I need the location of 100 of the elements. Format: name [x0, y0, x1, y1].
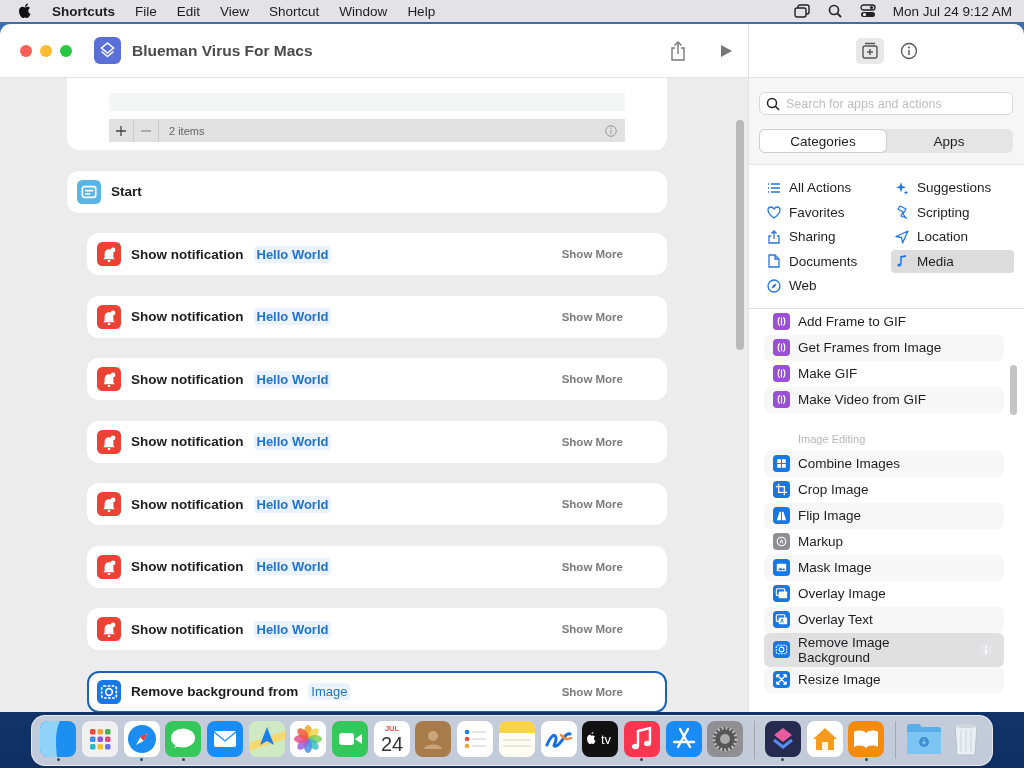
- parameter-token[interactable]: Hello World: [253, 308, 332, 325]
- parameter-token[interactable]: Hello World: [253, 245, 332, 263]
- add-action-icon[interactable]: [855, 37, 884, 64]
- action-card[interactable]: Show notification Hello World Show More: [87, 420, 667, 463]
- category-item[interactable]: Sharing: [763, 225, 891, 249]
- category-item[interactable]: Media: [891, 249, 1014, 273]
- chat-bubble-icon[interactable]: [165, 721, 202, 757]
- crop-icon: [773, 481, 790, 498]
- action-card[interactable]: Show notification Hello World Show More: [87, 608, 667, 650]
- segment-tab[interactable]: Categories: [760, 130, 886, 152]
- pencils-icon[interactable]: [665, 721, 702, 757]
- action-title: Show notification: [131, 309, 244, 324]
- menu-item[interactable]: Window: [329, 1, 398, 21]
- two-tone-icon[interactable]: [40, 721, 77, 757]
- menu-item[interactable]: Help: [397, 1, 446, 21]
- action-item[interactable]: Mask Image: [764, 554, 1004, 581]
- action-title: Show notification: [131, 621, 244, 637]
- action-item[interactable]: Overlay Text: [764, 606, 1004, 633]
- bell-icon: [97, 304, 121, 329]
- category-item[interactable]: Suggestions: [891, 176, 1014, 200]
- parameter-token[interactable]: Hello World: [253, 495, 332, 513]
- action-item[interactable]: Remove Image Background: [764, 632, 1004, 667]
- flower-icon[interactable]: [290, 721, 327, 757]
- menu-item[interactable]: Shortcut: [259, 1, 330, 21]
- action-card[interactable]: Remove background from Image Show More: [87, 670, 667, 712]
- info-icon[interactable]: [899, 41, 918, 60]
- envelope-icon[interactable]: [207, 721, 244, 757]
- windows-icon[interactable]: [793, 4, 810, 18]
- category-item[interactable]: Documents: [763, 249, 891, 273]
- person-silhouette-icon[interactable]: [415, 721, 452, 757]
- category-item[interactable]: Scripting: [891, 200, 1014, 224]
- action-item[interactable]: Combine Images: [764, 450, 1004, 477]
- plus-icon: [116, 125, 126, 136]
- zoom-button[interactable]: [60, 44, 72, 57]
- action-title: Show notification: [131, 496, 244, 512]
- spiral-icon: [773, 313, 790, 330]
- house-icon[interactable]: [806, 721, 843, 757]
- parameter-token[interactable]: Hello World: [253, 620, 332, 638]
- action-item[interactable]: Get Frames from Image: [764, 334, 1004, 361]
- parameter-token[interactable]: Image: [308, 683, 351, 700]
- search-field[interactable]: Search for apps and actions: [759, 92, 1013, 115]
- menu-item[interactable]: View: [210, 1, 260, 21]
- folder-icon[interactable]: [906, 721, 943, 757]
- text-image-icon: [773, 611, 790, 628]
- video-camera-icon[interactable]: [332, 721, 369, 757]
- action-item[interactable]: Make Video from GIF: [764, 386, 1004, 413]
- show-more-link[interactable]: Show More: [561, 435, 623, 448]
- scrollbar-thumb[interactable]: [1010, 364, 1017, 415]
- show-more-link[interactable]: Show More: [561, 248, 623, 260]
- parameter-token[interactable]: Hello World: [253, 433, 332, 450]
- search-icon[interactable]: [827, 4, 842, 18]
- control-center-icon[interactable]: [859, 4, 876, 18]
- category-item[interactable]: Location: [891, 225, 1014, 249]
- apple-menu-icon[interactable]: [18, 3, 32, 19]
- action-title: Remove background from: [131, 684, 299, 699]
- gear-icon[interactable]: [707, 721, 744, 757]
- category-item[interactable]: Web: [763, 274, 891, 298]
- squiggle-icon[interactable]: [540, 721, 577, 757]
- action-card[interactable]: Show notification Hello World Show More: [87, 295, 667, 338]
- play-icon[interactable]: [720, 43, 733, 58]
- menu-item[interactable]: File: [125, 1, 167, 21]
- share-icon[interactable]: [670, 40, 686, 61]
- scrollbar-thumb[interactable]: [736, 120, 744, 350]
- start-card[interactable]: Start: [67, 170, 667, 213]
- app-menu[interactable]: Shortcuts: [42, 1, 125, 21]
- show-more-link[interactable]: Show More: [561, 373, 623, 385]
- flip-icon: [773, 507, 790, 524]
- category-item[interactable]: All Actions: [763, 176, 891, 200]
- parameter-token[interactable]: Hello World: [253, 558, 332, 575]
- action-card[interactable]: Show notification Hello World Show More: [87, 233, 667, 275]
- layers-icon[interactable]: [764, 721, 801, 757]
- grid-icon[interactable]: [81, 721, 118, 757]
- minimize-button[interactable]: [40, 44, 52, 57]
- category-item[interactable]: Favorites: [763, 200, 891, 224]
- notepad-icon[interactable]: [498, 721, 535, 757]
- show-more-link[interactable]: Show More: [561, 685, 623, 698]
- show-more-link[interactable]: Show More: [561, 623, 623, 635]
- open-book-icon[interactable]: [848, 721, 885, 757]
- close-button[interactable]: [20, 44, 32, 57]
- action-card[interactable]: Show notification Hello World Show More: [87, 545, 667, 588]
- show-more-link[interactable]: Show More: [561, 498, 623, 510]
- action-card[interactable]: Show notification Hello World Show More: [87, 483, 667, 525]
- action-card[interactable]: Show notification Hello World Show More: [87, 358, 667, 400]
- clock[interactable]: Mon Jul 24 9:12 AM: [892, 3, 1012, 19]
- compass-icon[interactable]: [123, 721, 160, 757]
- segment-tab[interactable]: Apps: [886, 130, 1012, 152]
- checklist-icon[interactable]: [457, 721, 494, 757]
- image-icon: [97, 679, 121, 704]
- bell-icon: [97, 554, 121, 579]
- tv-icon[interactable]: tv: [582, 721, 619, 757]
- action-item[interactable]: Flip Image: [764, 502, 1004, 529]
- show-more-link[interactable]: Show More: [561, 560, 623, 573]
- map-icon[interactable]: [248, 721, 285, 757]
- show-more-link[interactable]: Show More: [561, 310, 623, 323]
- parameter-token[interactable]: Hello World: [253, 370, 332, 388]
- menu-item[interactable]: Edit: [166, 1, 211, 21]
- action-title: Show notification: [131, 434, 244, 449]
- action-item[interactable]: Resize Image: [764, 666, 1004, 693]
- action-title: Show notification: [131, 559, 244, 574]
- music-note-icon[interactable]: [623, 721, 660, 757]
